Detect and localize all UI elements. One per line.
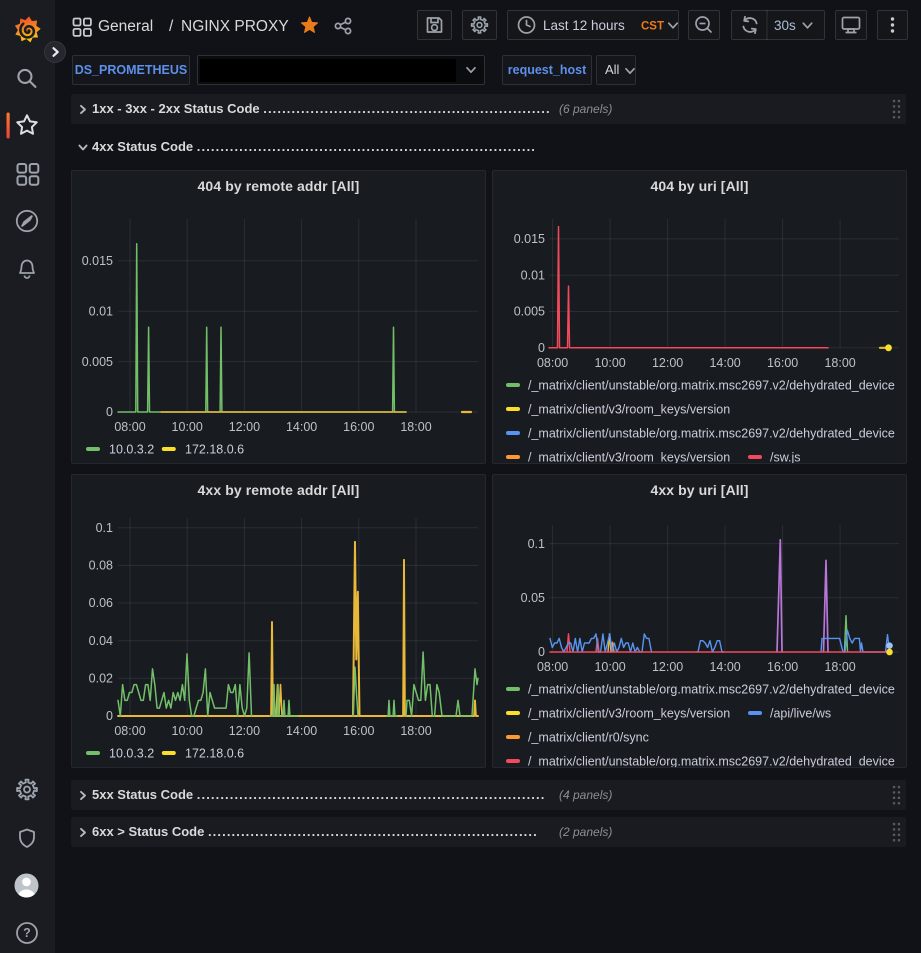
svg-text:30s: 30s [774, 18, 796, 33]
svg-text:18:00: 18:00 [824, 356, 855, 370]
svg-text:/_matrix/client/unstable/org.m: /_matrix/client/unstable/org.matrix.msc2… [528, 754, 895, 768]
svg-text:14:00: 14:00 [286, 420, 317, 434]
svg-text:0: 0 [538, 645, 545, 659]
svg-text:0: 0 [106, 405, 113, 419]
svg-text:12:00: 12:00 [652, 660, 683, 674]
svg-text:0.015: 0.015 [82, 254, 113, 268]
svg-text:08:00: 08:00 [114, 724, 145, 738]
svg-text:CST: CST [641, 21, 664, 33]
svg-text:General: General [98, 18, 153, 35]
svg-text:0.1: 0.1 [96, 521, 113, 535]
svg-text:12:00: 12:00 [652, 356, 683, 370]
svg-text:/_matrix/client/unstable/org.m: /_matrix/client/unstable/org.matrix.msc2… [528, 682, 895, 696]
svg-text:0.06: 0.06 [89, 596, 113, 610]
svg-text:08:00: 08:00 [114, 420, 145, 434]
svg-text:0: 0 [538, 341, 545, 355]
svg-text:/: / [169, 18, 174, 35]
svg-text:172.18.0.6: 172.18.0.6 [185, 746, 244, 760]
svg-text:16:00: 16:00 [343, 724, 374, 738]
svg-text:10:00: 10:00 [172, 420, 203, 434]
svg-text:10:00: 10:00 [172, 724, 203, 738]
svg-text:?: ? [23, 926, 31, 940]
svg-text:172.18.0.6: 172.18.0.6 [185, 442, 244, 456]
svg-text:0.04: 0.04 [89, 634, 113, 648]
svg-text:12:00: 12:00 [229, 420, 260, 434]
svg-text:/_matrix/client/unstable/org.m: /_matrix/client/unstable/org.matrix.msc2… [528, 378, 895, 392]
svg-text:10:00: 10:00 [594, 660, 625, 674]
svg-text:0: 0 [106, 709, 113, 723]
svg-text:18:00: 18:00 [824, 660, 855, 674]
svg-text:08:00: 08:00 [537, 356, 568, 370]
svg-text:16:00: 16:00 [343, 420, 374, 434]
svg-text:0.01: 0.01 [89, 304, 113, 318]
svg-text:/sw.js: /sw.js [770, 450, 801, 464]
svg-text:18:00: 18:00 [400, 724, 431, 738]
svg-text:/_matrix/client/v3/room_keys/v: /_matrix/client/v3/room_keys/version [528, 402, 730, 416]
svg-text:0.005: 0.005 [82, 355, 113, 369]
svg-text:/api/live/ws: /api/live/ws [770, 706, 831, 720]
svg-text:0.05: 0.05 [521, 591, 545, 605]
svg-text:Last 12 hours: Last 12 hours [543, 18, 625, 33]
svg-text:14:00: 14:00 [286, 724, 317, 738]
svg-text:18:00: 18:00 [400, 420, 431, 434]
svg-text:/_matrix/client/v3/room_keys/v: /_matrix/client/v3/room_keys/version [528, 706, 730, 720]
svg-text:0.015: 0.015 [514, 232, 545, 246]
svg-text:0.1: 0.1 [528, 537, 545, 551]
svg-text:16:00: 16:00 [767, 356, 798, 370]
svg-text:14:00: 14:00 [709, 356, 740, 370]
svg-text:0.01: 0.01 [521, 268, 545, 282]
svg-text:0.08: 0.08 [89, 559, 113, 573]
svg-text:16:00: 16:00 [767, 660, 798, 674]
svg-text:08:00: 08:00 [537, 660, 568, 674]
svg-text:/_matrix/client/r0/sync: /_matrix/client/r0/sync [528, 730, 649, 744]
svg-text:0.005: 0.005 [514, 305, 545, 319]
svg-text:0.02: 0.02 [89, 672, 113, 686]
svg-text:/_matrix/client/v3/room_keys/v: /_matrix/client/v3/room_keys/version [528, 450, 730, 464]
svg-text:10:00: 10:00 [594, 356, 625, 370]
svg-text:14:00: 14:00 [709, 660, 740, 674]
svg-text:/_matrix/client/unstable/org.m: /_matrix/client/unstable/org.matrix.msc2… [528, 426, 895, 440]
svg-text:12:00: 12:00 [229, 724, 260, 738]
svg-text:10.0.3.2: 10.0.3.2 [109, 746, 154, 760]
svg-text:10.0.3.2: 10.0.3.2 [109, 442, 154, 456]
svg-text:NGINX PROXY: NGINX PROXY [181, 18, 289, 35]
